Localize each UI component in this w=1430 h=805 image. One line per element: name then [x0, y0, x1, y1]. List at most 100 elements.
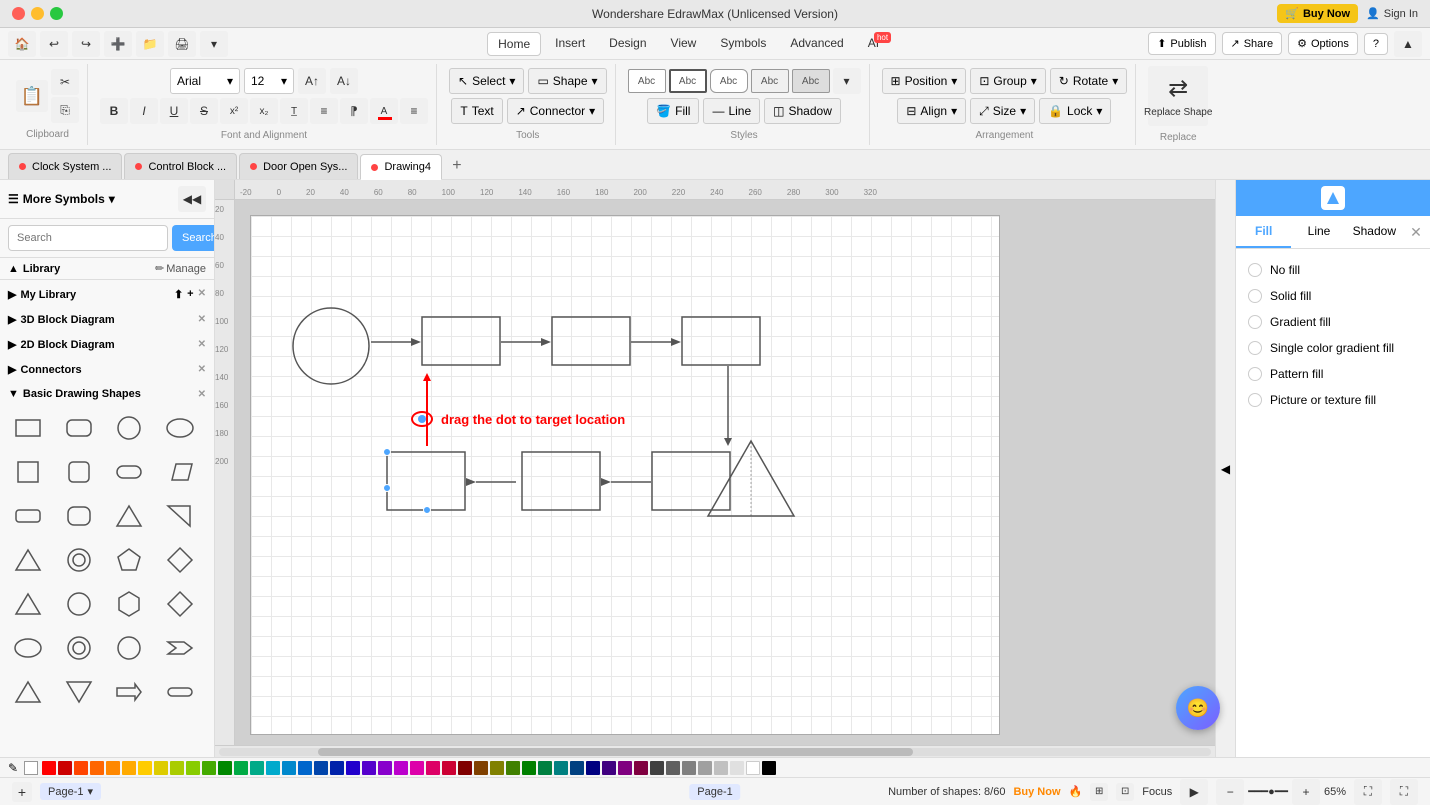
- shape-arrow-right[interactable]: [109, 672, 149, 712]
- shape-capsule[interactable]: [160, 672, 200, 712]
- palette-lighter-gray[interactable]: [730, 761, 744, 775]
- palette-light-orange[interactable]: [106, 761, 120, 775]
- cut-btn[interactable]: ✂: [51, 69, 79, 95]
- align-tool-btn[interactable]: ⊟ Align▾: [897, 98, 966, 124]
- menu-ai[interactable]: AI hot: [858, 32, 889, 56]
- style-sample-3[interactable]: Abc: [710, 69, 748, 93]
- shadow-btn[interactable]: ◫ Shadow: [764, 98, 841, 124]
- minimize-button[interactable]: [31, 7, 44, 20]
- add-tab-btn[interactable]: +: [444, 153, 470, 179]
- menu-view[interactable]: View: [661, 32, 707, 56]
- fill-option-picture[interactable]: Picture or texture fill: [1244, 387, 1422, 413]
- shape-chevron[interactable]: [160, 628, 200, 668]
- palette-wine[interactable]: [634, 761, 648, 775]
- font-size-dropdown[interactable]: 12 ▾: [244, 68, 294, 94]
- palette-dark-green[interactable]: [218, 761, 232, 775]
- tab-drawing4[interactable]: Drawing4: [360, 154, 441, 180]
- palette-olive[interactable]: [490, 761, 504, 775]
- menu-design[interactable]: Design: [599, 32, 656, 56]
- palette-edit-icon[interactable]: ✎: [8, 761, 18, 775]
- group-btn[interactable]: ⊡ Group▾: [970, 68, 1045, 94]
- publish-button[interactable]: ⬆ Publish: [1148, 32, 1215, 55]
- shape-ring[interactable]: [59, 628, 99, 668]
- fill-option-solid[interactable]: Solid fill: [1244, 283, 1422, 309]
- menu-advanced[interactable]: Advanced: [780, 32, 853, 56]
- palette-teal[interactable]: [250, 761, 264, 775]
- new-btn[interactable]: ➕: [104, 31, 132, 57]
- italic-btn[interactable]: I: [130, 98, 158, 124]
- undo-btn[interactable]: ↩: [40, 31, 68, 57]
- 3d-block-header[interactable]: ▶ 3D Block Diagram ✕: [4, 309, 210, 330]
- shape-diamond[interactable]: [160, 540, 200, 580]
- palette-orange[interactable]: [90, 761, 104, 775]
- palette-dark-blue[interactable]: [314, 761, 328, 775]
- handle-ml[interactable]: [383, 484, 391, 492]
- zoom-slider[interactable]: ━━━●━━: [1248, 785, 1288, 798]
- my-library-export-icon[interactable]: ⬆: [174, 288, 183, 301]
- buy-now-button[interactable]: 🛒 Buy Now: [1277, 4, 1358, 23]
- palette-indigo[interactable]: [346, 761, 360, 775]
- right-tab-line[interactable]: Line: [1291, 216, 1346, 248]
- palette-lime[interactable]: [170, 761, 184, 775]
- fill-option-single-gradient[interactable]: Single color gradient fill: [1244, 335, 1422, 361]
- my-library-close[interactable]: ✕: [198, 288, 206, 301]
- my-library-add-icon[interactable]: +: [187, 288, 193, 301]
- palette-maroon[interactable]: [458, 761, 472, 775]
- lock-btn[interactable]: 🔒 Lock▾: [1039, 98, 1111, 124]
- shape-oval[interactable]: [8, 628, 48, 668]
- text-style-btn[interactable]: T̲: [280, 98, 308, 124]
- h-scrollbar[interactable]: [215, 745, 1215, 757]
- close-right-panel-btn[interactable]: ✕: [1402, 216, 1430, 248]
- 3d-block-close[interactable]: ✕: [198, 314, 206, 325]
- shape-squircle[interactable]: [59, 496, 99, 536]
- right-tab-fill[interactable]: Fill: [1236, 216, 1291, 248]
- menu-home[interactable]: Home: [487, 32, 541, 56]
- menu-insert[interactable]: Insert: [545, 32, 595, 56]
- zoom-in-btn[interactable]: +: [1292, 779, 1320, 805]
- bold-btn[interactable]: B: [100, 98, 128, 124]
- connectors-header[interactable]: ▶ Connectors ✕: [4, 359, 210, 380]
- palette-red[interactable]: [42, 761, 56, 775]
- expand-panel-btn[interactable]: ◀: [1215, 180, 1235, 757]
- search-button[interactable]: Search: [172, 225, 215, 251]
- help-button[interactable]: ?: [1364, 33, 1388, 55]
- list-btn[interactable]: ≡: [310, 98, 338, 124]
- options-button[interactable]: ⚙ Options: [1288, 32, 1358, 55]
- more-styles-btn[interactable]: ▾: [833, 68, 861, 94]
- palette-gold[interactable]: [154, 761, 168, 775]
- shape-rectangle[interactable]: [8, 408, 48, 448]
- ai-assistant-button[interactable]: 😊: [1176, 686, 1220, 730]
- palette-gray[interactable]: [666, 761, 680, 775]
- palette-forest2[interactable]: [538, 761, 552, 775]
- shape-rounded-rect[interactable]: [59, 408, 99, 448]
- style-sample-4[interactable]: Abc: [751, 69, 789, 93]
- underline-btn[interactable]: U: [160, 98, 188, 124]
- shape-circle-main[interactable]: [291, 306, 371, 386]
- home-nav-btn[interactable]: 🏠: [8, 31, 36, 57]
- fill-btn[interactable]: 🪣 Fill: [647, 98, 699, 124]
- palette-slate-blue[interactable]: [570, 761, 584, 775]
- zoom-out-btn[interactable]: −: [1216, 779, 1244, 805]
- current-page-tab[interactable]: Page-1 ▾: [40, 783, 101, 800]
- palette-violet[interactable]: [378, 761, 392, 775]
- print-btn[interactable]: 🖨: [168, 31, 196, 57]
- rotate-btn[interactable]: ↻ Rotate▾: [1050, 68, 1127, 94]
- shape-triangle[interactable]: [109, 496, 149, 536]
- widescreen-btn[interactable]: ⛶: [1390, 779, 1418, 805]
- line-btn[interactable]: — Line: [703, 98, 760, 124]
- palette-dark-purple[interactable]: [602, 761, 616, 775]
- shape-circle[interactable]: [109, 408, 149, 448]
- canvas-scroll[interactable]: drag the dot to target location: [235, 200, 1215, 745]
- right-tab-shadow[interactable]: Shadow: [1347, 216, 1402, 248]
- palette-teal-green[interactable]: [234, 761, 248, 775]
- shape-triangle-main[interactable]: [706, 436, 796, 521]
- manage-btn[interactable]: ✏ Manage: [155, 262, 206, 275]
- list2-btn[interactable]: ⁋: [340, 98, 368, 124]
- palette-darkred[interactable]: [58, 761, 72, 775]
- page-view-btn[interactable]: ⊞: [1090, 783, 1108, 801]
- fit-btn[interactable]: ⊡: [1116, 783, 1134, 801]
- palette-dark-gray[interactable]: [650, 761, 664, 775]
- palette-forest[interactable]: [522, 761, 536, 775]
- more-btn[interactable]: ▾: [200, 31, 228, 57]
- shape-diamond2[interactable]: [160, 584, 200, 624]
